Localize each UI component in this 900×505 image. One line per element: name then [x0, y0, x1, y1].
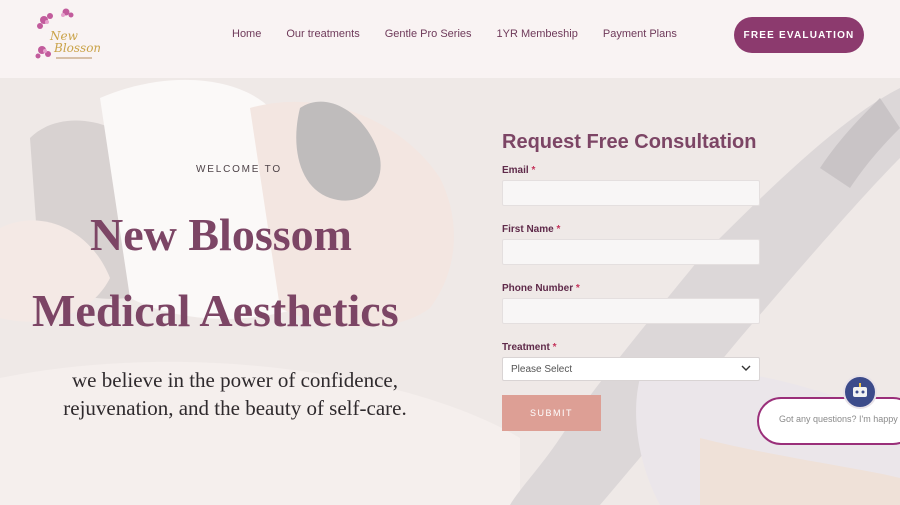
main-nav: Home Our treatments Gentle Pro Series 1Y… — [232, 28, 702, 40]
free-evaluation-button[interactable]: FREE EVALUATION — [734, 17, 864, 53]
chevron-down-icon — [741, 363, 751, 376]
first-name-label: First Name * — [502, 224, 561, 235]
site-header: New Blossom Home Our treatments Gentle P… — [0, 0, 900, 78]
hero-title-line2: Medical Aesthetics — [32, 285, 399, 336]
hero-tagline: we believe in the power of confidence, r… — [63, 368, 407, 420]
chat-input-bubble[interactable]: Got any questions? I'm happy to help. — [757, 397, 900, 445]
nav-our-treatments[interactable]: Our treatments — [286, 28, 359, 40]
treatment-selected-value: Please Select — [511, 363, 573, 375]
treatment-select[interactable]: Please Select — [502, 357, 760, 381]
nav-home[interactable]: Home — [232, 28, 261, 40]
nav-payment-plans[interactable]: Payment Plans — [603, 28, 677, 40]
treatment-label: Treatment * — [502, 342, 557, 353]
first-name-field[interactable] — [502, 239, 760, 265]
form-title: Request Free Consultation — [502, 131, 757, 153]
welcome-text: WELCOME TO — [196, 164, 282, 175]
nav-gentle-pro-series[interactable]: Gentle Pro Series — [385, 28, 472, 40]
phone-field[interactable] — [502, 298, 760, 324]
chat-bot-icon[interactable] — [843, 375, 877, 409]
svg-text:Blossom: Blossom — [53, 41, 100, 55]
email-field[interactable] — [502, 180, 760, 206]
submit-button[interactable]: SUBMIT — [502, 395, 601, 431]
email-label: Email * — [502, 165, 536, 176]
phone-label: Phone Number * — [502, 283, 580, 294]
nav-membership[interactable]: 1YR Membeship — [497, 28, 578, 40]
blossom-logo-icon[interactable]: New Blossom — [30, 6, 105, 66]
hero-section: WELCOME TO New Blossom Medical Aesthetic… — [0, 78, 900, 505]
hero-title-line1: New Blossom — [90, 209, 352, 260]
